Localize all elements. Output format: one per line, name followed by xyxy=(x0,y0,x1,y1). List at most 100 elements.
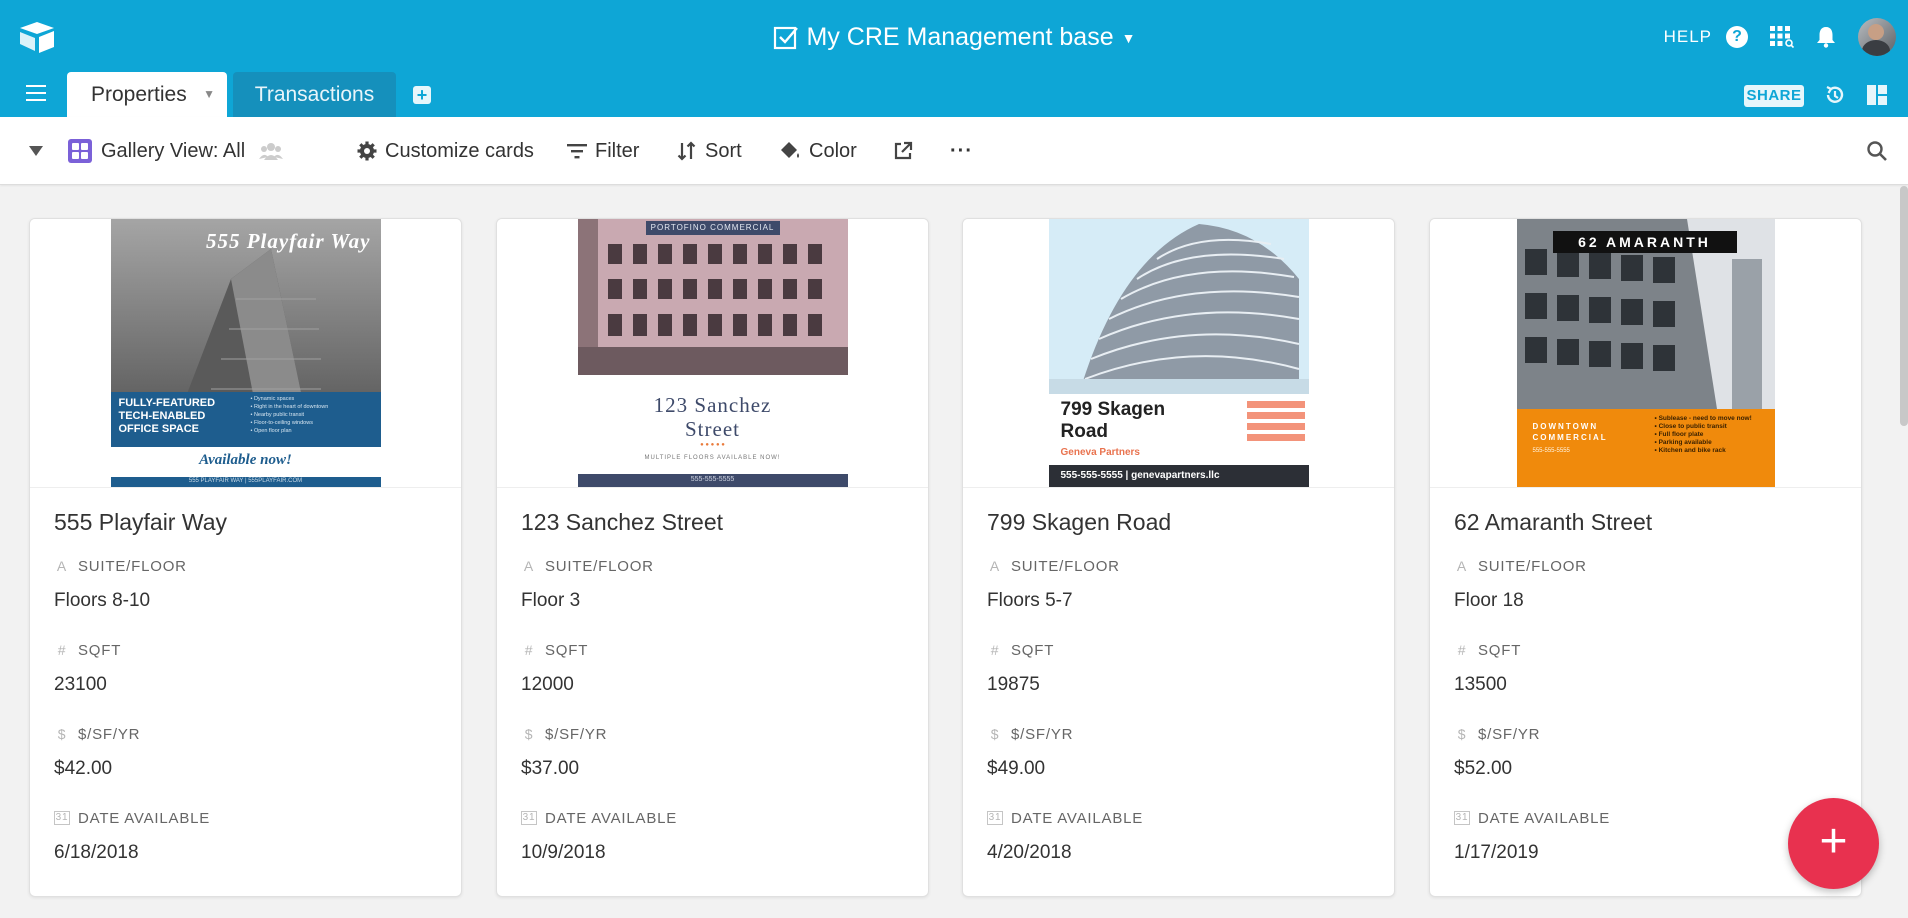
field-label: SQFT xyxy=(545,641,589,659)
card-title: 799 Skagen Road xyxy=(987,509,1172,535)
field-value: 10/9/2018 xyxy=(521,842,606,863)
paint-bucket-icon xyxy=(781,142,799,158)
external-link-icon xyxy=(894,141,913,160)
currency-field-icon: $ xyxy=(524,726,534,742)
help-icon[interactable]: ? xyxy=(1726,26,1748,48)
poster-phone: 555-555-5555 xyxy=(1532,448,1570,454)
field-suite-floor: A SUITE/FLOOR Floor 18 xyxy=(1454,556,1587,612)
share-view-button[interactable] xyxy=(893,117,921,185)
apps-grid-icon[interactable] xyxy=(1770,26,1794,48)
search-button[interactable] xyxy=(1866,117,1896,185)
number-field-icon: # xyxy=(57,642,67,658)
field-date-available: 31 DATE AVAILABLE 10/9/2018 xyxy=(521,808,677,864)
card-cover-image: 555 Playfair Way FULLY-FEATURED TECH-ENA… xyxy=(30,219,461,488)
poster-title-line1: 123 Sanchez xyxy=(653,393,772,417)
base-title[interactable]: My CRE Management base ▼ xyxy=(0,18,1908,57)
field-label: SQFT xyxy=(78,641,122,659)
field-rate: $ $/SF/YR $52.00 xyxy=(1454,724,1540,780)
view-switcher[interactable]: Gallery View: All xyxy=(67,117,291,185)
gallery-card[interactable]: 799 Skagen Road Geneva Partners 555-555-… xyxy=(962,218,1395,897)
vertical-scrollbar[interactable] xyxy=(1900,186,1908,426)
field-suite-floor: A SUITE/FLOOR Floors 8-10 xyxy=(54,556,187,612)
field-value: 23100 xyxy=(54,674,107,695)
poster-123-sanchez: PORTOFINO COMMERCIAL 123 Sanchez Street … xyxy=(577,219,848,487)
base-title-text: My CRE Management base xyxy=(806,23,1114,51)
poster-555-playfair: 555 Playfair Way FULLY-FEATURED TECH-ENA… xyxy=(110,219,381,487)
gallery-card[interactable]: PORTOFINO COMMERCIAL 123 Sanchez Street … xyxy=(496,218,929,897)
blocks-panel-icon[interactable] xyxy=(1866,84,1888,106)
add-record-button[interactable]: + xyxy=(1788,798,1879,889)
tab-dropdown-icon[interactable]: ▼ xyxy=(203,72,215,117)
field-rate: $ $/SF/YR $37.00 xyxy=(521,724,607,780)
color-button[interactable]: Color xyxy=(779,117,857,185)
text-field-icon: A xyxy=(56,558,68,574)
field-value: 13500 xyxy=(1454,674,1507,695)
share-button[interactable]: SHARE xyxy=(1744,85,1804,107)
user-avatar[interactable] xyxy=(1858,18,1896,56)
field-label: SQFT xyxy=(1478,641,1522,659)
tab-label: Properties xyxy=(91,83,187,106)
card-title: 123 Sanchez Street xyxy=(521,509,724,535)
field-value: 6/18/2018 xyxy=(54,842,139,863)
views-toggle-icon[interactable] xyxy=(28,117,52,185)
field-sqft: # SQFT 19875 xyxy=(987,640,1054,696)
filter-button[interactable]: Filter xyxy=(567,117,639,185)
field-rate: $ $/SF/YR $49.00 xyxy=(987,724,1073,780)
field-value: $37.00 xyxy=(521,758,580,779)
history-icon[interactable] xyxy=(1824,84,1846,106)
field-label: DATE AVAILABLE xyxy=(545,809,678,827)
field-value: Floor 3 xyxy=(521,590,581,611)
sort-icon xyxy=(677,141,696,161)
field-value: Floor 18 xyxy=(1454,590,1524,611)
text-field-icon: A xyxy=(1456,558,1468,574)
field-label: DATE AVAILABLE xyxy=(78,809,211,827)
field-label: SUITE/FLOOR xyxy=(1478,557,1587,575)
field-suite-floor: A SUITE/FLOOR Floor 3 xyxy=(521,556,654,612)
card-title: 555 Playfair Way xyxy=(54,509,227,535)
customize-cards-button[interactable]: Customize cards xyxy=(357,117,534,185)
field-label: $/SF/YR xyxy=(1478,725,1541,743)
field-label: $/SF/YR xyxy=(78,725,141,743)
tab-transactions[interactable]: Transactions xyxy=(233,72,396,117)
color-label: Color xyxy=(809,139,857,162)
currency-field-icon: $ xyxy=(57,726,67,742)
gear-icon xyxy=(357,141,377,161)
field-date-available: 31 DATE AVAILABLE 1/17/2019 xyxy=(1454,808,1610,864)
text-field-icon: A xyxy=(523,558,535,574)
collaborators-icon xyxy=(259,143,284,160)
add-table-button[interactable]: + xyxy=(413,86,431,104)
field-value: 4/20/2018 xyxy=(987,842,1072,863)
poster-brand: DOWNTOWN COMMERCIAL xyxy=(1532,422,1608,442)
more-options-button[interactable]: ··· xyxy=(950,117,973,185)
poster-footer: 555-555-5555 | genevapartners.llc xyxy=(1060,470,1220,481)
bell-icon[interactable] xyxy=(1816,26,1836,48)
gallery-card[interactable]: 555 Playfair Way FULLY-FEATURED TECH-ENA… xyxy=(29,218,462,897)
poster-62-amaranth: 62 AMARANTH DOWNTOWN COMMERCIAL 555-555-… xyxy=(1516,219,1775,487)
field-label: SUITE/FLOOR xyxy=(78,557,187,575)
top-bar: My CRE Management base ▼ HELP ? Properti… xyxy=(0,0,1908,117)
tab-properties[interactable]: Properties ▼ xyxy=(67,72,227,117)
hamburger-menu-icon[interactable] xyxy=(26,85,46,101)
currency-field-icon: $ xyxy=(1457,726,1467,742)
customize-label: Customize cards xyxy=(385,139,534,162)
top-right-controls: HELP ? xyxy=(1664,16,1908,58)
poster-799-skagen: 799 Skagen Road Geneva Partners 555-555-… xyxy=(1048,219,1309,487)
help-label[interactable]: HELP xyxy=(1664,27,1712,47)
poster-headline: PORTOFINO COMMERCIAL xyxy=(650,223,775,232)
field-rate: $ $/SF/YR $42.00 xyxy=(54,724,140,780)
gallery-view-icon xyxy=(68,139,92,163)
poster-subtitle: MULTIPLE FLOORS AVAILABLE NOW! xyxy=(644,455,781,461)
gallery-card[interactable]: 62 AMARANTH DOWNTOWN COMMERCIAL 555-555-… xyxy=(1429,218,1862,897)
chevron-down-icon: ▼ xyxy=(1121,30,1136,47)
field-value: 12000 xyxy=(521,674,574,695)
card-title: 62 Amaranth Street xyxy=(1454,509,1653,535)
field-label: $/SF/YR xyxy=(545,725,608,743)
poster-footer: 555-555-5555 xyxy=(690,476,735,483)
calendar-field-icon: 31 xyxy=(987,811,1003,825)
filter-icon xyxy=(567,144,587,159)
field-value: Floors 5-7 xyxy=(987,590,1073,611)
field-label: SQFT xyxy=(1011,641,1055,659)
view-name: Gallery View: All xyxy=(101,139,246,162)
field-label: DATE AVAILABLE xyxy=(1011,809,1144,827)
sort-button[interactable]: Sort xyxy=(677,117,742,185)
